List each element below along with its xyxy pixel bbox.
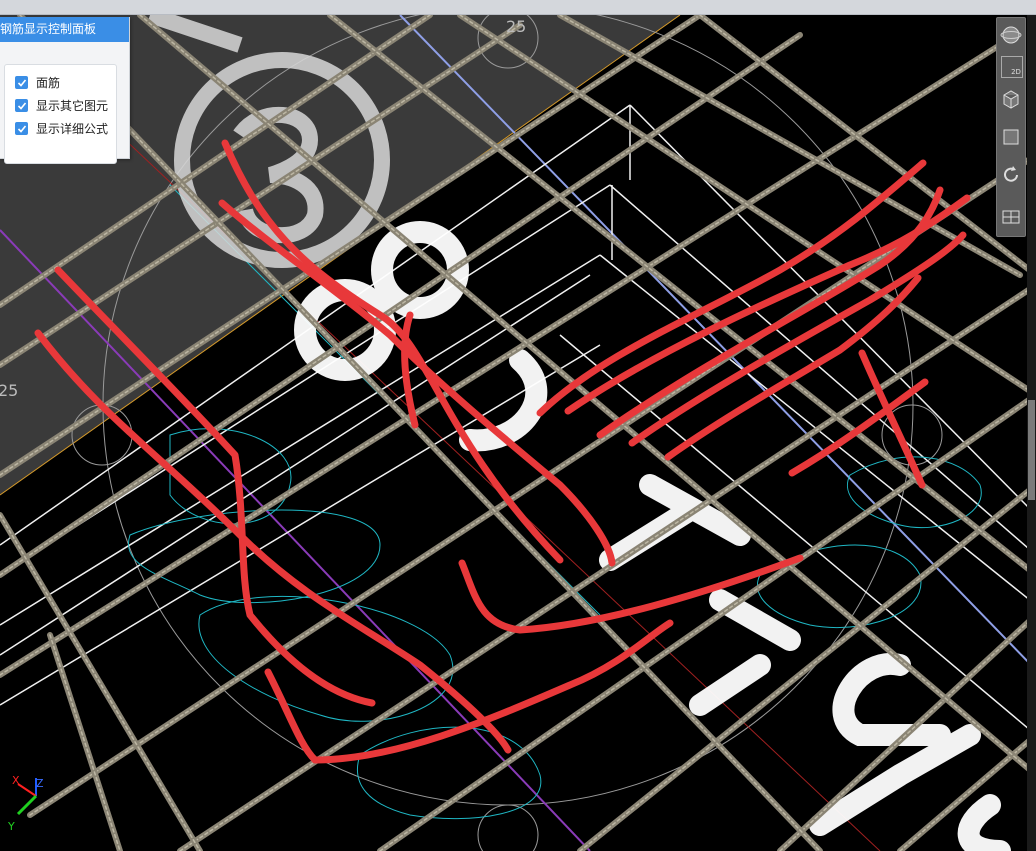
check-icon (17, 124, 26, 133)
view-3d-box-icon[interactable] (1000, 88, 1022, 110)
rotate-icon[interactable] (1000, 164, 1022, 186)
view-2d-label: 2D (1011, 68, 1021, 76)
check-icon (17, 78, 26, 87)
checkbox-show-other-elements[interactable] (15, 99, 28, 112)
axis-label-top: 25 (506, 17, 527, 36)
option-show-other-elements[interactable]: 显示其它图元 (5, 94, 116, 117)
x-axis-icon (17, 783, 37, 797)
panel-title: 钢筋显示控制面板 (0, 17, 129, 42)
option-face-rebar[interactable]: 面筋 (5, 71, 116, 94)
vertical-scrollbar[interactable] (1027, 15, 1036, 851)
option-label: 面筋 (36, 76, 61, 90)
blue-axis-line (399, 15, 1036, 671)
option-label: 显示其它图元 (36, 99, 109, 113)
view-2d-icon[interactable]: 2D (1001, 56, 1023, 78)
panel-options-box: 面筋 显示其它图元 显示详细公式 (4, 64, 117, 164)
check-icon (17, 101, 26, 110)
z-axis-label: Z (36, 777, 44, 790)
y-axis-icon (16, 794, 38, 816)
axis-triad: X Z Y (6, 774, 50, 834)
rebar-display-control-panel[interactable]: 钢筋显示控制面板 面筋 显示其它图元 显示详细公式 (0, 17, 130, 164)
scrollbar-thumb[interactable] (1028, 400, 1035, 500)
view-side-icon[interactable] (1000, 126, 1022, 148)
navigation-sphere-icon[interactable] (1000, 24, 1022, 46)
option-label: 显示详细公式 (36, 122, 109, 136)
3d-viewport[interactable]: 25 25 (0, 15, 1036, 851)
window-top-bar (0, 0, 1036, 15)
checkbox-face-rebar[interactable] (15, 76, 28, 89)
rebar-3d-scene[interactable] (0, 15, 1036, 851)
option-show-detailed-formula[interactable]: 显示详细公式 (5, 117, 116, 140)
axis-label-left: 25 (0, 381, 19, 400)
y-axis-label: Y (7, 820, 15, 833)
grid-layout-icon[interactable] (1000, 206, 1022, 228)
x-axis-label: X (12, 774, 20, 787)
checkbox-show-detailed-formula[interactable] (15, 122, 28, 135)
view-toolbar: 2D (996, 17, 1026, 237)
